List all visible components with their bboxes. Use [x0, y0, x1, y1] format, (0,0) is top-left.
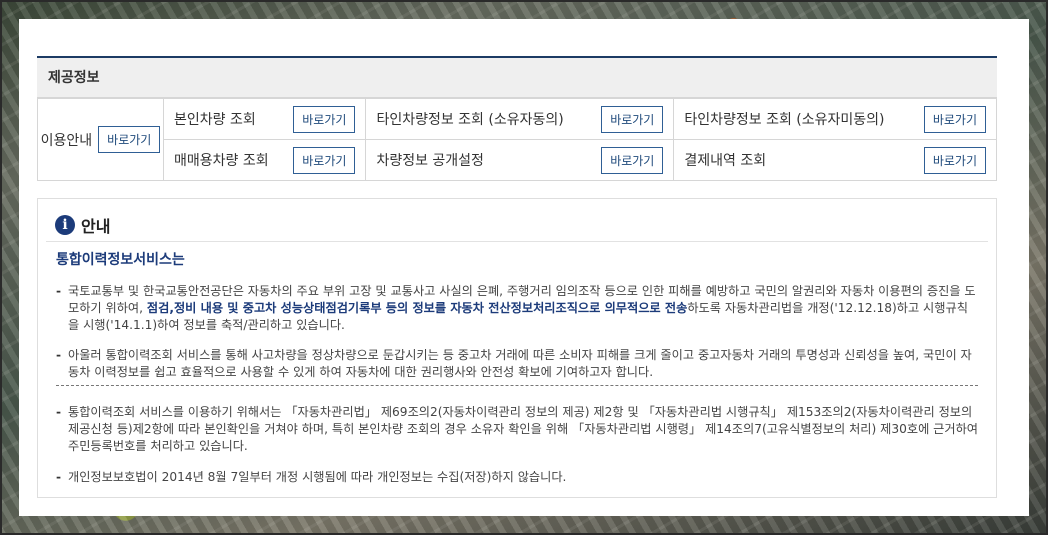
paragraph-text: 통합이력조회 서비스를 이용하기 위해서는 「자동차관리법」 제69조의2(자동…	[68, 405, 979, 453]
service-label: 매매용차량 조회	[174, 153, 269, 169]
notice-divider	[46, 241, 988, 242]
notice-paragraph-3: - 통합이력조회 서비스를 이용하기 위해서는 「자동차관리법」 제69조의2(…	[56, 404, 978, 455]
bullet-dash: -	[56, 405, 62, 419]
trade-vehicle-goto-button[interactable]: 바로가기	[293, 146, 356, 174]
paragraph-text: 아울러 통합이력조회 서비스를 통해 사고차량을 정상차량으로 둔갑시키는 등 …	[68, 348, 972, 379]
service-label: 본인차량 조회	[174, 112, 256, 128]
service-cell-own-vehicle: 본인차량 조회 바로가기	[162, 98, 367, 140]
service-label: 타인차량정보 조회 (소유자동의)	[376, 112, 564, 128]
bullet-dash: -	[56, 284, 62, 298]
disclosure-setting-goto-button[interactable]: 바로가기	[601, 146, 664, 174]
bullet-dash: -	[56, 470, 62, 484]
service-label: 결제내역 조회	[684, 153, 767, 169]
service-cell-other-consent: 타인차량정보 조회 (소유자동의) 바로가기	[365, 98, 675, 140]
other-consent-goto-button[interactable]: 바로가기	[601, 105, 664, 133]
service-label: 차량정보 공개설정	[376, 153, 484, 169]
service-cell-payment-history: 결제내역 조회 바로가기	[673, 139, 997, 181]
payment-history-goto-button[interactable]: 바로가기	[923, 146, 986, 174]
own-vehicle-goto-button[interactable]: 바로가기	[293, 105, 356, 133]
notice-header: i 안내	[55, 213, 110, 237]
usage-label: 이용안내	[40, 132, 93, 149]
section-title: 제공정보	[37, 56, 997, 98]
notice-subtitle: 통합이력정보서비스는	[56, 252, 185, 268]
notice-title: 안내	[81, 217, 111, 236]
paragraph-text: 개인정보보호법이 2014년 8월 7일부터 개정 시행됨에 따라 개인정보는 …	[68, 470, 567, 484]
notice-paragraph-1: - 국토교통부 및 한국교통안전공단은 자동차의 주요 부위 고장 및 교통사고…	[56, 283, 978, 334]
usage-goto-button[interactable]: 바로가기	[98, 126, 161, 153]
content-panel: 제공정보 이용안내 바로가기 본인차량 조회 바로가기 타인차량정보 조회 (소…	[19, 19, 1029, 516]
dotted-divider	[56, 385, 978, 386]
other-no-consent-goto-button[interactable]: 바로가기	[923, 105, 986, 133]
service-table: 이용안내 바로가기 본인차량 조회 바로가기 타인차량정보 조회 (소유자동의)…	[37, 98, 997, 181]
service-cell-trade-vehicle: 매매용차량 조회 바로가기	[162, 139, 367, 181]
bullet-dash: -	[56, 348, 62, 362]
notice-paragraph-2: - 아울러 통합이력조회 서비스를 통해 사고차량을 정상차량으로 둔갑시키는 …	[56, 347, 978, 381]
notice-box: i 안내 통합이력정보서비스는 - 국토교통부 및 한국교통안전공단은 자동차의…	[37, 198, 997, 498]
service-cell-disclosure-setting: 차량정보 공개설정 바로가기	[365, 139, 675, 181]
usage-cell: 이용안내 바로가기	[37, 98, 164, 181]
notice-paragraph-4: - 개인정보보호법이 2014년 8월 7일부터 개정 시행됨에 따라 개인정보…	[56, 469, 978, 486]
service-cell-other-no-consent: 타인차량정보 조회 (소유자미동의) 바로가기	[673, 98, 997, 140]
paragraph-emphasis: 점검,정비 내용 및 중고차 성능상태점검기록부 등의 정보를 자동차 전산정보…	[146, 301, 688, 315]
info-icon: i	[55, 215, 75, 235]
service-label: 타인차량정보 조회 (소유자미동의)	[684, 112, 885, 128]
